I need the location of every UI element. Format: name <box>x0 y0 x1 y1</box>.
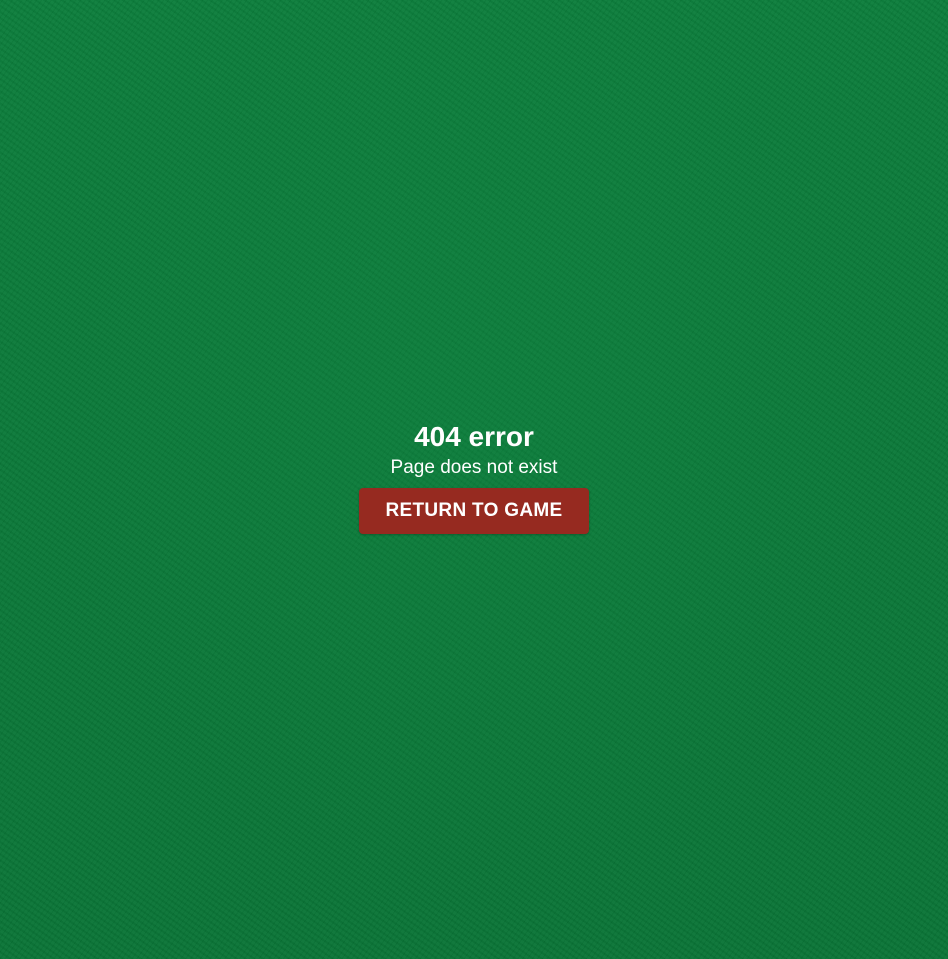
error-title: 404 error <box>414 421 534 452</box>
error-panel: 404 error Page does not exist RETURN TO … <box>0 420 948 534</box>
error-message: Page does not exist <box>390 457 558 478</box>
return-to-game-button[interactable]: RETURN TO GAME <box>359 488 589 534</box>
